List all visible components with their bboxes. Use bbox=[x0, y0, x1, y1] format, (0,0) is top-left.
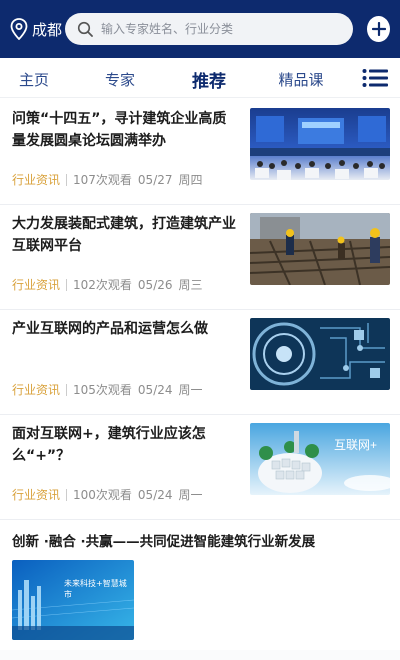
article-item[interactable]: 问策“十四五”，寻计建筑企业高质量发展圆桌论坛圆满举办 行业资讯 107次观看 … bbox=[0, 100, 400, 205]
plus-icon bbox=[371, 22, 386, 36]
article-thumbnail[interactable] bbox=[250, 108, 390, 180]
location-pin-icon bbox=[10, 18, 28, 40]
article-item[interactable]: 大力发展装配式建筑，打造建筑产业互联网平台 行业资讯 102次观看 05/26 … bbox=[0, 205, 400, 310]
article-category: 行业资讯 bbox=[12, 278, 61, 292]
location-selector[interactable]: 成都 bbox=[10, 18, 63, 40]
article-meta: 行业资讯 107次观看 05/27 周四 bbox=[12, 171, 203, 188]
article-thumbnail[interactable]: 互联网+ bbox=[250, 423, 390, 495]
menu-button[interactable] bbox=[362, 68, 388, 88]
tab-experts[interactable]: 专家 bbox=[104, 69, 136, 90]
next-item-peek bbox=[0, 650, 400, 660]
article-meta: 行业资讯 102次观看 05/26 周三 bbox=[12, 276, 203, 293]
article-weekday: 周一 bbox=[178, 488, 203, 502]
article-views: 102次观看 bbox=[73, 278, 132, 292]
article-views: 100次观看 bbox=[73, 488, 132, 502]
banner-image-caption: 未来科技+智慧城市 bbox=[64, 579, 127, 599]
tab-home[interactable]: 主页 bbox=[18, 69, 50, 90]
article-thumbnail[interactable] bbox=[250, 213, 390, 285]
article-meta: 行业资讯 100次观看 05/24 周一 bbox=[12, 486, 203, 503]
search-bar[interactable] bbox=[65, 13, 354, 45]
article-title[interactable]: 问策“十四五”，寻计建筑企业高质量发展圆桌论坛圆满举办 bbox=[12, 108, 240, 152]
tech-circuit-image bbox=[250, 318, 390, 390]
construction-site-image bbox=[250, 213, 390, 285]
article-category: 行业资讯 bbox=[12, 488, 61, 502]
forum-stage-image bbox=[250, 108, 390, 180]
top-header: 成都 bbox=[0, 0, 400, 58]
article-category: 行业资讯 bbox=[12, 173, 61, 187]
add-button[interactable] bbox=[367, 16, 390, 42]
internet-plus-city-image: 互联网+ bbox=[250, 423, 390, 495]
meta-divider bbox=[66, 383, 68, 396]
tab-premium-courses[interactable]: 精品课 bbox=[278, 69, 324, 90]
article-item[interactable]: 产业互联网的产品和运营怎么做 行业资讯 105次观看 05/24 周一 bbox=[0, 310, 400, 415]
search-input[interactable] bbox=[101, 22, 342, 36]
article-date: 05/24 bbox=[137, 487, 173, 502]
banner-title[interactable]: 创新 ·融合 ·共赢——共同促进智能建筑行业新发展 bbox=[12, 530, 315, 550]
banner-image[interactable]: 未来科技+智慧城市 bbox=[12, 560, 134, 640]
article-thumbnail[interactable] bbox=[250, 318, 390, 390]
list-menu-icon bbox=[362, 69, 388, 87]
article-weekday: 周四 bbox=[178, 173, 203, 187]
future-tech-city-image bbox=[12, 560, 134, 640]
article-meta: 行业资讯 105次观看 05/24 周一 bbox=[12, 381, 203, 398]
article-date: 05/26 bbox=[137, 277, 173, 292]
article-views: 107次观看 bbox=[73, 173, 132, 187]
article-category: 行业资讯 bbox=[12, 383, 61, 397]
article-title[interactable]: 面对互联网+，建筑行业应该怎么“+”？ bbox=[12, 423, 240, 467]
meta-divider bbox=[66, 173, 68, 186]
article-date: 05/27 bbox=[137, 172, 173, 187]
article-item[interactable]: 面对互联网+，建筑行业应该怎么“+”？ 行业资讯 100次观看 05/24 周一 bbox=[0, 415, 400, 520]
article-weekday: 周一 bbox=[178, 383, 203, 397]
article-views: 105次观看 bbox=[73, 383, 132, 397]
meta-divider bbox=[66, 488, 68, 501]
location-label: 成都 bbox=[32, 20, 63, 39]
tab-bar: 主页 专家 推荐 精品课 bbox=[0, 58, 400, 98]
article-date: 05/24 bbox=[137, 382, 173, 397]
tab-recommend[interactable]: 推荐 bbox=[190, 67, 228, 92]
thumbnail-text: 互联网+ bbox=[334, 438, 377, 452]
article-title[interactable]: 产业互联网的产品和运营怎么做 bbox=[12, 318, 240, 340]
meta-divider bbox=[66, 278, 68, 291]
article-weekday: 周三 bbox=[178, 278, 203, 292]
search-icon bbox=[77, 21, 93, 37]
article-title[interactable]: 大力发展装配式建筑，打造建筑产业互联网平台 bbox=[12, 213, 240, 257]
